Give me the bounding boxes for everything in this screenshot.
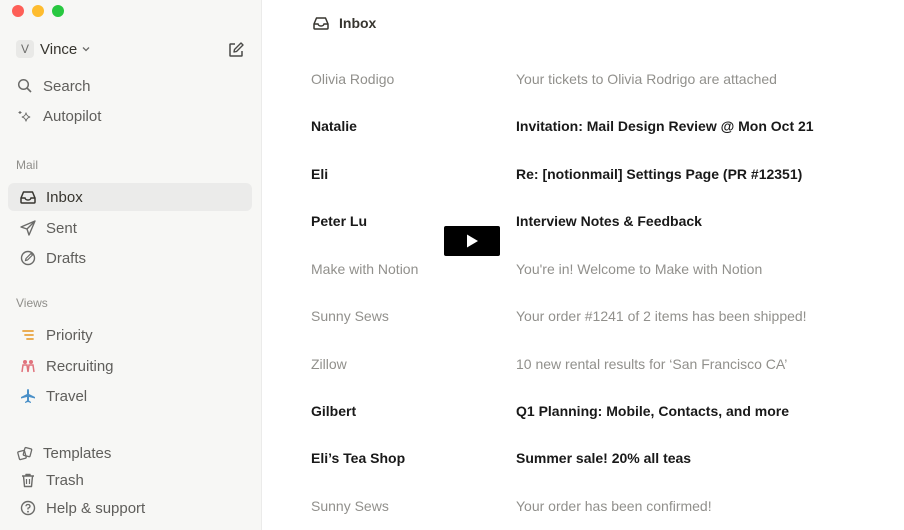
video-play-button[interactable] — [444, 226, 500, 256]
message-sender: Sunny Sews — [311, 498, 389, 514]
sidebar-item-travel[interactable]: Travel — [19, 382, 252, 410]
sidebar-item-trash[interactable]: Trash — [19, 466, 252, 494]
chevron-down-icon — [82, 47, 90, 52]
sidebar-item-label: Priority — [46, 326, 93, 344]
sidebar-item-label: Help & support — [46, 499, 146, 517]
message-subject: Q1 Planning: Mobile, Contacts, and more — [516, 403, 790, 419]
message-sender: Eli — [311, 166, 329, 182]
sidebar-item-label: Autopilot — [43, 107, 102, 125]
window-close-button[interactable] — [12, 5, 24, 17]
sidebar-item-search[interactable]: Search — [16, 72, 252, 100]
message-row[interactable]: Olivia Rodigo Your tickets to Olivia Rod… — [311, 69, 891, 89]
sidebar-item-label: Travel — [46, 387, 88, 405]
message-sender: Olivia Rodigo — [311, 71, 395, 87]
message-row[interactable]: Sunny Sews Your order #1241 of 2 items h… — [311, 306, 891, 326]
sidebar-item-label: Drafts — [46, 249, 87, 267]
page-title: Inbox — [312, 15, 376, 31]
avatar: V — [16, 40, 34, 58]
message-sender: Make with Notion — [311, 261, 419, 277]
sidebar: V Vince Search Autopilot Mail Inbox Sent — [0, 0, 262, 530]
draft-pencil-icon — [19, 249, 37, 267]
sidebar-item-sent[interactable]: Sent — [19, 214, 252, 242]
message-sender: Natalie — [311, 118, 357, 134]
sidebar-item-label: Inbox — [46, 188, 83, 206]
section-label-views: Views — [16, 296, 48, 310]
section-label-mail: Mail — [16, 158, 39, 172]
people-icon — [19, 357, 37, 375]
message-row[interactable]: Peter Lu Interview Notes & Feedback — [311, 211, 891, 231]
sidebar-item-help[interactable]: Help & support — [19, 494, 252, 522]
message-row[interactable]: Make with Notion You're in! Welcome to M… — [311, 259, 891, 279]
message-row[interactable]: Natalie Invitation: Mail Design Review @… — [311, 116, 891, 136]
sidebar-item-inbox[interactable]: Inbox — [8, 183, 252, 211]
templates-icon — [16, 444, 34, 462]
search-icon — [16, 77, 34, 95]
help-icon — [19, 499, 37, 517]
message-subject: Re: [notionmail] Settings Page (PR #1235… — [516, 166, 803, 182]
inbox-icon — [19, 188, 37, 206]
sparkle-icon — [16, 107, 34, 125]
airplane-icon — [19, 387, 37, 405]
sidebar-item-recruiting[interactable]: Recruiting — [19, 352, 252, 380]
compose-icon[interactable] — [227, 41, 245, 59]
message-subject: Your order #1241 of 2 items has been shi… — [516, 308, 807, 324]
message-subject: Invitation: Mail Design Review @ Mon Oct… — [516, 118, 814, 134]
account-name: Vince — [40, 40, 78, 58]
sidebar-item-priority[interactable]: Priority — [19, 321, 252, 349]
window-minimize-button[interactable] — [32, 5, 44, 17]
trash-icon — [19, 471, 37, 489]
sidebar-item-drafts[interactable]: Drafts — [19, 244, 252, 272]
message-subject: Your tickets to Olivia Rodrigo are attac… — [516, 71, 777, 87]
sidebar-item-autopilot[interactable]: Autopilot — [16, 102, 252, 130]
message-row[interactable]: Sunny Sews Your order has been confirmed… — [311, 496, 891, 516]
play-icon — [467, 234, 478, 248]
message-sender: Gilbert — [311, 403, 357, 419]
message-sender: Eli’s Tea Shop — [311, 450, 406, 466]
paper-plane-icon — [19, 219, 37, 237]
message-sender: Zillow — [311, 356, 347, 372]
message-row[interactable]: Gilbert Q1 Planning: Mobile, Contacts, a… — [311, 401, 891, 421]
inbox-icon — [313, 17, 329, 30]
sidebar-item-label: Templates — [43, 444, 112, 462]
sidebar-item-label: Recruiting — [46, 357, 114, 375]
message-row[interactable]: Eli Re: [notionmail] Settings Page (PR #… — [311, 164, 891, 184]
message-subject: Interview Notes & Feedback — [516, 213, 702, 229]
message-sender: Sunny Sews — [311, 308, 389, 324]
message-sender: Peter Lu — [311, 213, 368, 229]
message-subject: You're in! Welcome to Make with Notion — [516, 261, 763, 277]
message-subject: Summer sale! 20% all teas — [516, 450, 692, 466]
window-zoom-button[interactable] — [52, 5, 64, 17]
message-subject: 10 new rental results for ‘San Francisco… — [516, 356, 788, 372]
sidebar-item-label: Sent — [46, 219, 77, 237]
priority-list-icon — [19, 326, 37, 344]
message-subject: Your order has been confirmed! — [516, 498, 712, 514]
message-list-pane: Inbox Olivia Rodigo Your tickets to Oliv… — [262, 0, 904, 530]
message-row[interactable]: Zillow 10 new rental results for ‘San Fr… — [311, 354, 891, 374]
sidebar-item-label: Trash — [46, 471, 84, 489]
sidebar-item-label: Search — [43, 77, 91, 95]
page-title-text: Inbox — [339, 15, 377, 31]
message-row[interactable]: Eli’s Tea Shop Summer sale! 20% all teas — [311, 448, 891, 468]
sidebar-item-templates[interactable]: Templates — [16, 439, 252, 467]
account-switcher[interactable]: V Vince — [16, 40, 91, 58]
